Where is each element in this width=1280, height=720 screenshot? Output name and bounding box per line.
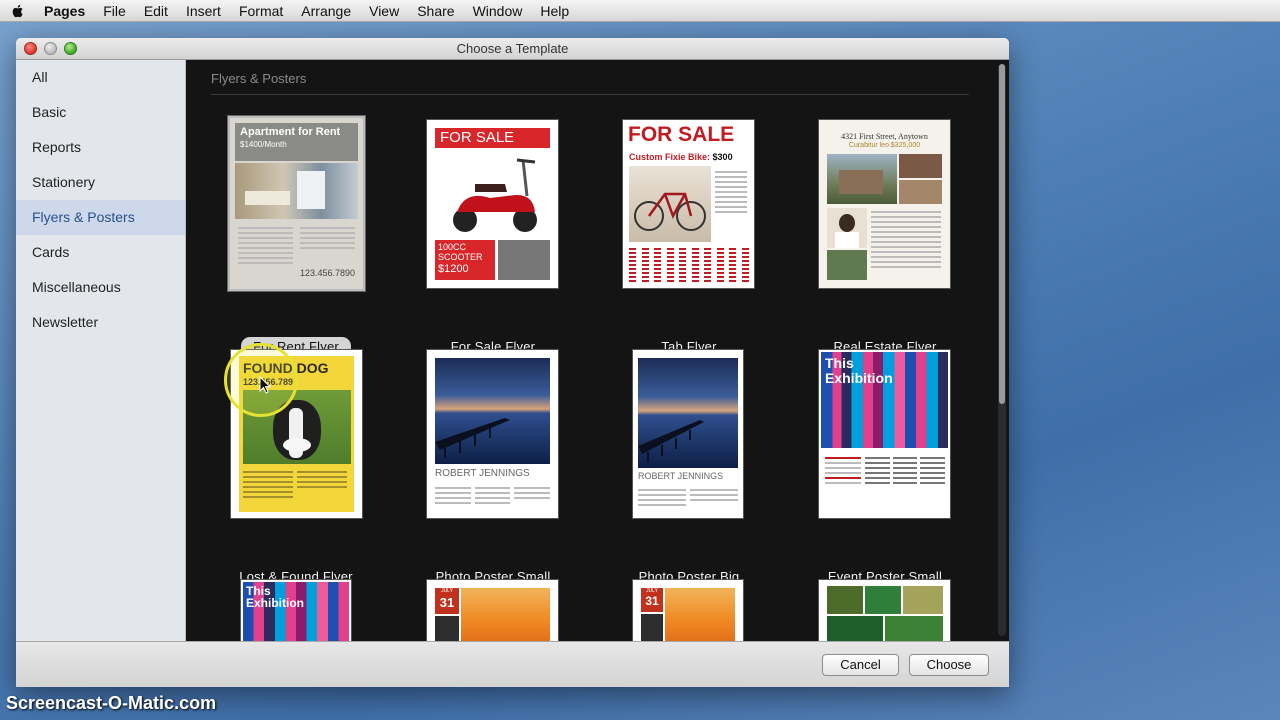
menu-format[interactable]: Format: [230, 3, 292, 19]
zoom-window-button[interactable]: [64, 42, 77, 55]
thumb-day: 31: [645, 594, 659, 608]
template-thumb-exhibition-poster[interactable]: This Exhibition: [241, 580, 351, 641]
template-thumb-for-rent-flyer[interactable]: Apartment for Rent $1400/Month 123.456.7…: [230, 118, 363, 289]
agent-photo: [827, 208, 867, 248]
title-bar[interactable]: Choose a Template: [16, 38, 1009, 60]
template-thumb-event-poster-surf-big[interactable]: JULY 31: [633, 580, 743, 641]
sidebar-item-all[interactable]: All: [16, 60, 185, 95]
template-thumb-event-poster-surf[interactable]: JULY 31: [427, 580, 558, 641]
sidebar-item-newsletter[interactable]: Newsletter: [16, 305, 185, 340]
template-thumb-event-poster-small[interactable]: This Exhibition: [819, 350, 950, 518]
thumb-title-line2: Exhibition: [825, 370, 893, 386]
bike-image: [629, 166, 711, 242]
choose-button[interactable]: Choose: [909, 654, 989, 676]
cancel-button[interactable]: Cancel: [822, 654, 899, 676]
template-thumb-photo-poster-small[interactable]: ROBERT JENNINGS: [427, 350, 558, 518]
template-thumb-science-poster[interactable]: [819, 580, 950, 641]
apple-icon[interactable]: [10, 3, 26, 19]
thumb-phone: 123.456.7890: [300, 268, 356, 278]
dialog-button-bar: Cancel Choose: [16, 641, 1009, 687]
thumb-title: FOR SALE: [435, 128, 550, 148]
thumb-promo-line2: SCOOTER: [438, 252, 483, 262]
minimize-window-button[interactable]: [44, 42, 57, 55]
pier-photo: [638, 358, 738, 468]
menu-help[interactable]: Help: [531, 3, 578, 19]
thumb-name: ROBERT JENNINGS: [435, 468, 530, 479]
menu-window[interactable]: Window: [464, 3, 532, 19]
template-thumb-for-sale-flyer[interactable]: FOR SALE 100CC SCOOTER $1200: [427, 120, 558, 288]
vertical-scrollbar[interactable]: [998, 64, 1006, 636]
mouse-pointer-icon: [259, 376, 271, 394]
thumb-price: $1200: [438, 263, 469, 275]
scrollbar-thumb[interactable]: [999, 64, 1005, 404]
menu-insert[interactable]: Insert: [177, 3, 230, 19]
category-sidebar: All Basic Reports Stationery Flyers & Po…: [16, 60, 186, 641]
sidebar-item-basic[interactable]: Basic: [16, 95, 185, 130]
sidebar-item-miscellaneous[interactable]: Miscellaneous: [16, 270, 185, 305]
thumb-price: $300: [712, 152, 733, 162]
sidebar-item-stationery[interactable]: Stationery: [16, 165, 185, 200]
thumb-subtitle: Custom Fixie Bike:: [629, 152, 711, 162]
thumb-promo-line1: 100CC: [438, 242, 467, 252]
thumb-title-line1: This: [825, 355, 854, 371]
section-title: Flyers & Posters: [211, 71, 307, 86]
sidebar-item-cards[interactable]: Cards: [16, 235, 185, 270]
sidebar-item-reports[interactable]: Reports: [16, 130, 185, 165]
menu-edit[interactable]: Edit: [135, 3, 177, 19]
template-chooser-window: Choose a Template All Basic Reports Stat…: [16, 38, 1009, 687]
template-thumb-real-estate-flyer[interactable]: 4321 First Street, Anytown Curabitur leo…: [819, 120, 950, 288]
screencast-watermark: Screencast-O-Matic.com: [6, 693, 217, 713]
menu-arrange[interactable]: Arrange: [292, 3, 360, 19]
pier-photo: [435, 358, 550, 464]
sidebar-item-flyers-posters[interactable]: Flyers & Posters: [16, 200, 185, 235]
menu-share[interactable]: Share: [408, 3, 463, 19]
window-title: Choose a Template: [456, 41, 569, 56]
house-photo: [827, 154, 897, 204]
section-divider: [211, 94, 969, 95]
thumb-title: 4321 First Street, Anytown: [841, 132, 928, 141]
thumb-subtitle: $1400/Month: [240, 140, 287, 149]
thumb-title-line2: Exhibition: [246, 596, 304, 610]
thumb-month: JULY: [441, 588, 453, 594]
thumb-subtitle: Curabitur leo $325,000: [848, 142, 921, 149]
scooter-image: [435, 150, 550, 238]
thumb-room-photo: [235, 163, 358, 219]
template-gallery: Flyers & Posters Apartment for Rent $140…: [186, 60, 1009, 641]
close-window-button[interactable]: [24, 42, 37, 55]
menu-file[interactable]: File: [94, 3, 135, 19]
menu-view[interactable]: View: [360, 3, 408, 19]
thumb-title: Apartment for Rent: [240, 126, 341, 138]
menu-bar: Pages File Edit Insert Format Arrange Vi…: [0, 0, 1280, 22]
template-thumb-photo-poster-big[interactable]: ROBERT JENNINGS: [633, 350, 743, 518]
menu-app-pages[interactable]: Pages: [40, 3, 94, 19]
thumb-title: FOR SALE: [628, 123, 735, 146]
template-thumb-tab-flyer[interactable]: FOR SALE Custom Fixie Bike: $300: [623, 120, 754, 288]
thumb-day: 31: [439, 595, 455, 610]
thumb-name: ROBERT JENNINGS: [638, 471, 724, 481]
